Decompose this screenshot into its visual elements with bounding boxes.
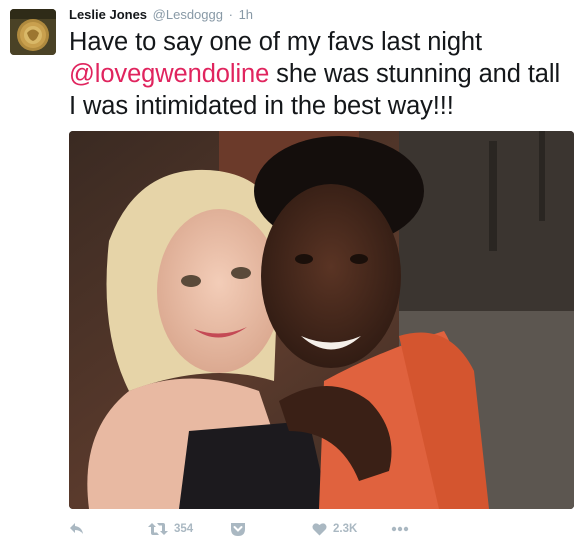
avatar-image	[10, 9, 56, 55]
tweet-text-line-3: I was intimidated in the best way!!!	[69, 92, 454, 120]
author-name[interactable]: Leslie Jones	[69, 7, 147, 22]
pocket-icon	[231, 522, 245, 536]
more-dots-icon	[391, 526, 409, 532]
like-count: 2.3K	[333, 523, 358, 535]
tweet-photo[interactable]	[69, 131, 574, 509]
avatar[interactable]	[10, 9, 56, 55]
selfie-photo	[69, 131, 574, 509]
timestamp[interactable]: 1h	[239, 7, 253, 22]
tweet-actions: 354 2.3K	[69, 518, 574, 540]
retweet-icon	[148, 523, 168, 535]
header-separator: ·	[228, 7, 233, 22]
retweet-count: 354	[174, 523, 194, 535]
tweet-text: Have to say one of my favs last night @l…	[69, 26, 574, 122]
tweet-header: Leslie Jones @Lesdoggg · 1h	[69, 6, 253, 24]
pocket-button[interactable]	[230, 518, 246, 540]
retweet-button[interactable]: 354	[148, 518, 193, 540]
tweet-text-line-2-rest: she was stunning and tall	[269, 60, 561, 88]
reply-button[interactable]	[69, 518, 85, 540]
more-button[interactable]	[391, 518, 409, 540]
heart-icon	[312, 523, 327, 536]
tweet-text-line-2: @lovegwendoline she was stunning and tal…	[69, 58, 574, 90]
tweet: Leslie Jones @Lesdoggg · 1h Have to say …	[0, 0, 584, 547]
like-button[interactable]: 2.3K	[312, 518, 357, 540]
author-handle[interactable]: @Lesdoggg	[153, 7, 223, 22]
reply-arrow-icon	[70, 523, 83, 534]
mention-link[interactable]: @lovegwendoline	[69, 60, 269, 88]
tweet-text-line-1: Have to say one of my favs last night	[69, 28, 483, 56]
